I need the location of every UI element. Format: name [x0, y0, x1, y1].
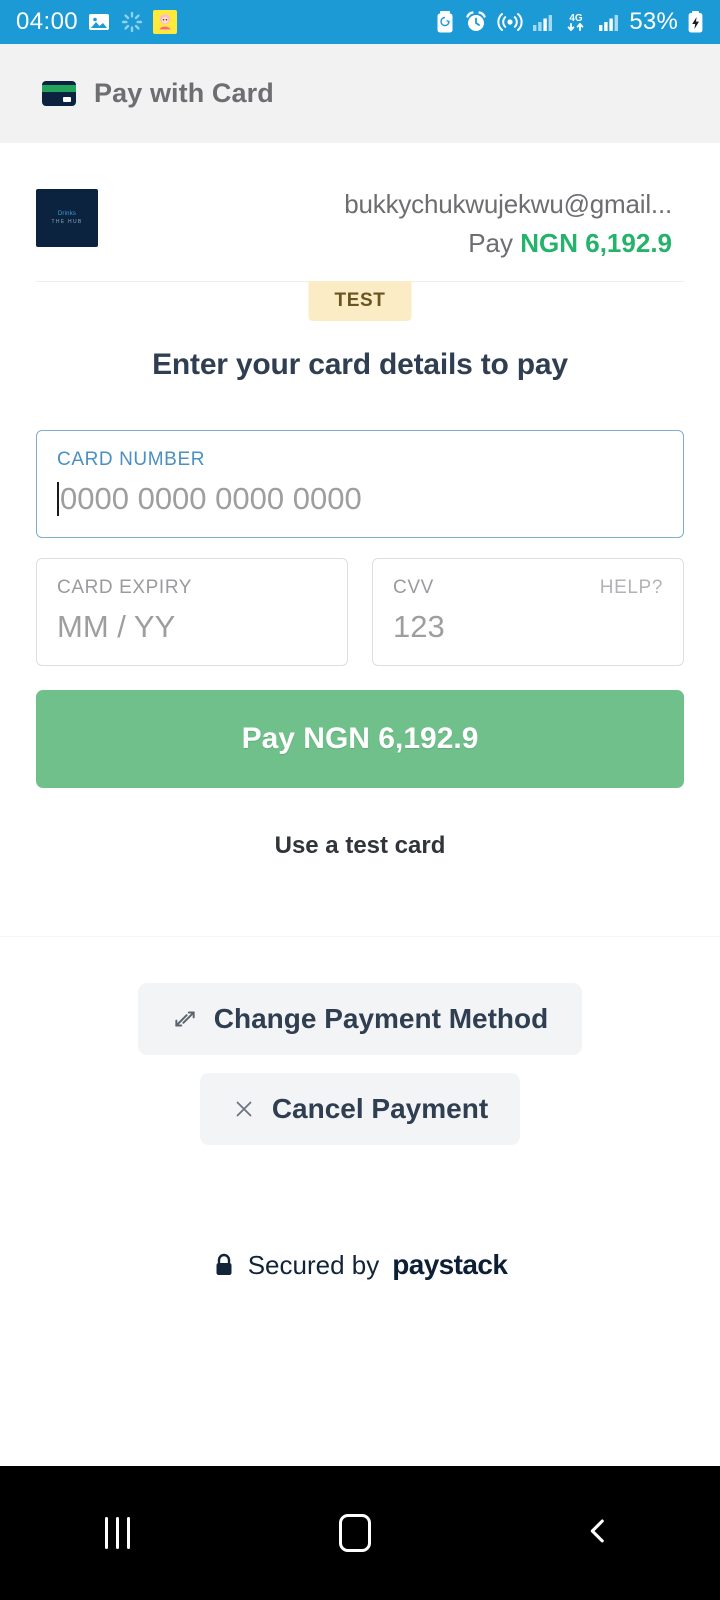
- lock-icon: [213, 1252, 235, 1278]
- alternate-actions: Change Payment Method Cancel Payment: [0, 983, 720, 1145]
- battery-charging-icon: [687, 10, 704, 34]
- pay-amount-value: NGN 6,192.9: [520, 228, 672, 258]
- pay-amount-line: Pay NGN 6,192.9: [344, 228, 672, 259]
- secured-footer: Secured by paystack: [0, 1249, 720, 1281]
- pay-button[interactable]: Pay NGN 6,192.9: [36, 690, 684, 788]
- cancel-payment-label: Cancel Payment: [271, 1093, 489, 1124]
- recents-button[interactable]: [104, 1517, 130, 1549]
- status-bar-right: 4G 53%: [435, 8, 704, 36]
- back-button[interactable]: [581, 1514, 615, 1553]
- checkout-panel: Drinks THE HUB bukkychukwujekwu@gmail...…: [0, 143, 720, 1466]
- form-heading: Enter your card details to pay: [152, 348, 568, 381]
- card-number-label-row: CARD NUMBER: [57, 449, 663, 471]
- app-header: Pay with Card: [0, 44, 720, 143]
- merchant-logo: Drinks THE HUB: [36, 189, 98, 247]
- expiry-cvv-row: CARD EXPIRY MM / YY CVV HELP? 123: [36, 558, 684, 666]
- cancel-payment-button[interactable]: Cancel Payment: [199, 1073, 521, 1145]
- card-expiry-label-row: CARD EXPIRY: [57, 577, 327, 599]
- card-expiry-label: CARD EXPIRY: [57, 577, 193, 598]
- card-number-input[interactable]: 0000 0000 0000 0000: [57, 481, 663, 517]
- cvv-help-link[interactable]: HELP?: [600, 577, 663, 599]
- svg-text:4G: 4G: [570, 13, 584, 24]
- cvv-field[interactable]: CVV HELP? 123: [372, 558, 684, 666]
- battery-percent-label: 53%: [629, 8, 678, 35]
- cvv-label-row: CVV HELP?: [393, 577, 663, 599]
- card-number-field[interactable]: CARD NUMBER 0000 0000 0000 0000: [36, 430, 684, 538]
- battery-saver-icon: [435, 10, 455, 34]
- paystack-brand: paystack: [392, 1249, 508, 1280]
- home-button[interactable]: [339, 1514, 372, 1552]
- change-payment-method-label: Change Payment Method: [213, 1003, 549, 1034]
- cvv-input[interactable]: 123: [393, 609, 663, 645]
- page-title: Pay with Card: [94, 78, 274, 108]
- merchant-details: bukkychukwujekwu@gmail... Pay NGN 6,192.…: [344, 189, 672, 259]
- card-form: CARD NUMBER 0000 0000 0000 0000 CARD EXP…: [0, 430, 720, 666]
- signal-bars-icon: [532, 11, 554, 33]
- loading-spinner-icon: [120, 10, 144, 34]
- network-4g-icon: 4G: [563, 10, 589, 34]
- merchant-logo-line2: THE HUB: [51, 219, 83, 225]
- cvv-label: CVV: [393, 577, 434, 598]
- hotspot-icon: [497, 10, 523, 34]
- secured-by-label: Secured by: [247, 1249, 380, 1280]
- merchant-logo-line1: Drinks: [57, 211, 77, 217]
- signal-bars-2-icon: [598, 11, 620, 33]
- card-number-label: CARD NUMBER: [57, 449, 206, 470]
- use-test-card-link[interactable]: Use a test card: [0, 832, 720, 860]
- merchant-summary: Drinks THE HUB bukkychukwujekwu@gmail...…: [0, 143, 720, 259]
- card-expiry-field[interactable]: CARD EXPIRY MM / YY: [36, 558, 348, 666]
- alarm-clock-icon: [464, 10, 488, 34]
- status-bar-left: 04:00: [16, 8, 178, 36]
- pay-prefix-label: Pay: [468, 228, 514, 258]
- phone-screen: 04:00 4G 53% Pay with Card Drinks THE HU…: [0, 0, 720, 1600]
- credit-card-icon: [42, 81, 76, 106]
- test-mode-badge: TEST: [308, 281, 412, 321]
- status-bar: 04:00 4G 53%: [0, 0, 720, 44]
- image-icon: [87, 10, 111, 34]
- merchant-divider: TEST: [36, 281, 684, 321]
- status-time: 04:00: [16, 8, 79, 35]
- avatar-emoji-icon: [153, 10, 178, 34]
- customer-email: bukkychukwujekwu@gmail...: [344, 189, 672, 219]
- text-cursor: [57, 482, 59, 516]
- android-nav-bar: [0, 1466, 720, 1600]
- card-expiry-input[interactable]: MM / YY: [57, 609, 327, 645]
- card-number-placeholder: 0000 0000 0000 0000: [60, 481, 362, 516]
- swap-arrows-icon: [172, 1006, 198, 1032]
- change-payment-method-button[interactable]: Change Payment Method: [137, 983, 583, 1055]
- close-x-icon: [232, 1097, 256, 1121]
- section-divider: [0, 936, 720, 937]
